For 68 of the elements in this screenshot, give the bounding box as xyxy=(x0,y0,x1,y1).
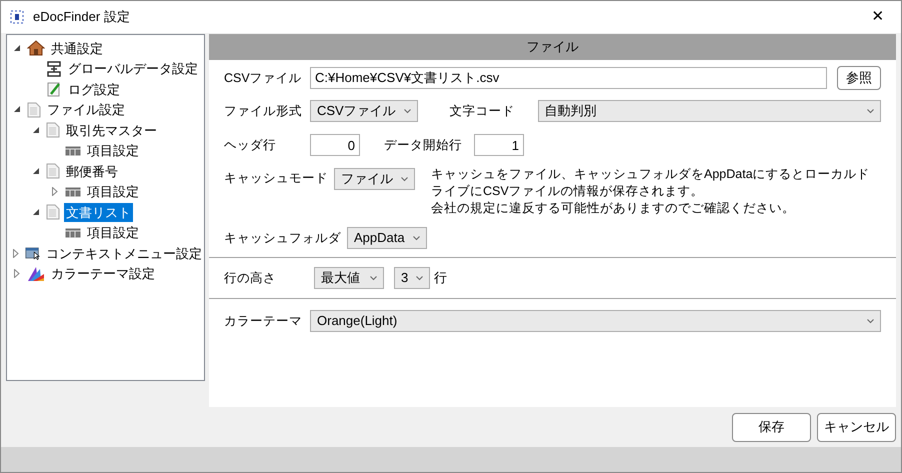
expanded-arrow-icon[interactable] xyxy=(32,208,40,216)
header-row-field[interactable]: 0 xyxy=(310,134,360,156)
tree-item[interactable]: カラーテーマ設定 xyxy=(49,264,157,284)
field-label: カラーテーマ xyxy=(224,312,303,330)
app-icon xyxy=(9,9,25,25)
collapsed-arrow-icon[interactable] xyxy=(52,187,58,196)
color-theme-dropdown[interactable]: Orange(Light) xyxy=(310,310,881,332)
tree-item[interactable]: ファイル設定 xyxy=(45,100,127,120)
encoding-dropdown[interactable]: 自動判別 xyxy=(538,100,881,122)
caret-icon xyxy=(404,108,411,114)
window-title: eDocFinder 設定 xyxy=(33,8,130,26)
expanded-arrow-icon[interactable] xyxy=(14,44,20,52)
tree-item[interactable]: 共通設定 xyxy=(49,38,105,58)
tree-item[interactable]: 項目設定 xyxy=(85,182,141,202)
collapsed-arrow-icon[interactable] xyxy=(14,269,20,278)
close-button[interactable]: ✕ xyxy=(863,5,893,29)
tree-item[interactable]: 文書リスト xyxy=(64,202,133,222)
field-label: キャッシュフォルダ xyxy=(224,230,341,247)
grid-icon xyxy=(65,228,81,238)
grid-icon xyxy=(65,186,81,197)
field-label: CSVファイル xyxy=(224,70,303,87)
field-label: 行の高さ xyxy=(224,270,277,287)
grid-icon xyxy=(65,146,81,156)
document-icon xyxy=(46,204,60,220)
tree-item[interactable]: グローバルデータ設定 xyxy=(66,59,200,78)
data-start-field[interactable]: 1 xyxy=(474,134,524,156)
collapsed-arrow-icon[interactable] xyxy=(13,248,19,258)
color-fan-icon xyxy=(27,266,45,282)
expanded-arrow-icon[interactable] xyxy=(32,168,40,175)
tree-item[interactable]: 郵便番号 xyxy=(64,162,120,181)
expanded-arrow-icon[interactable] xyxy=(14,106,20,114)
dialog-button[interactable]: キャンセル xyxy=(817,412,896,442)
tree-item[interactable]: 取引先マスター xyxy=(64,120,159,140)
unit-label: 行 xyxy=(434,269,448,288)
field-label: ヘッダ行 xyxy=(224,136,277,154)
dialog-button[interactable]: 保存 xyxy=(732,412,811,442)
csv-path-field[interactable]: C:¥Home¥CSV¥文書リスト.csv xyxy=(310,67,827,89)
table-stack-icon xyxy=(46,60,62,77)
browse-button[interactable]: 参照 xyxy=(837,66,881,90)
cache-folder-dropdown[interactable]: AppData xyxy=(347,227,427,249)
section-header: ファイル xyxy=(209,34,896,60)
tree-item[interactable]: ログ設定 xyxy=(66,80,122,99)
caret-icon xyxy=(413,236,420,240)
field-label: データ開始行 xyxy=(384,136,463,154)
cache-note: キャッシュをファイル、キャッシュフォルダをAppDataにするとローカルドライブにCSVファイルの情報が保存されます。 xyxy=(431,166,871,200)
row-height-mode-dropdown[interactable]: 最大値 xyxy=(314,267,384,289)
caret-icon xyxy=(401,176,408,182)
cache-note: 会社の規定に違反する可能性がありますのでご確認ください。 xyxy=(431,200,796,217)
house-icon xyxy=(27,40,45,56)
row-count-dropdown[interactable]: 3 xyxy=(394,267,430,289)
notepad-pencil-icon xyxy=(46,81,62,98)
tree-item[interactable]: 項目設定 xyxy=(85,223,141,242)
expanded-arrow-icon[interactable] xyxy=(32,126,40,134)
window-cursor-icon xyxy=(25,245,40,262)
cache-mode-dropdown[interactable]: ファイル xyxy=(334,168,415,190)
document-icon xyxy=(46,163,60,180)
caret-icon xyxy=(370,276,377,280)
caret-icon xyxy=(867,318,874,324)
field-label: ファイル形式 xyxy=(224,102,303,120)
field-label: 文字コード xyxy=(450,102,516,120)
caret-icon xyxy=(416,276,424,280)
tree-item[interactable]: コンテキストメニュー設定 xyxy=(44,244,204,263)
field-label: キャッシュモード xyxy=(224,170,328,187)
format-dropdown[interactable]: CSVファイル xyxy=(310,100,418,122)
document-icon xyxy=(46,122,60,138)
tree-item[interactable]: 項目設定 xyxy=(85,141,141,160)
caret-icon xyxy=(867,108,874,114)
document-icon xyxy=(27,102,41,118)
